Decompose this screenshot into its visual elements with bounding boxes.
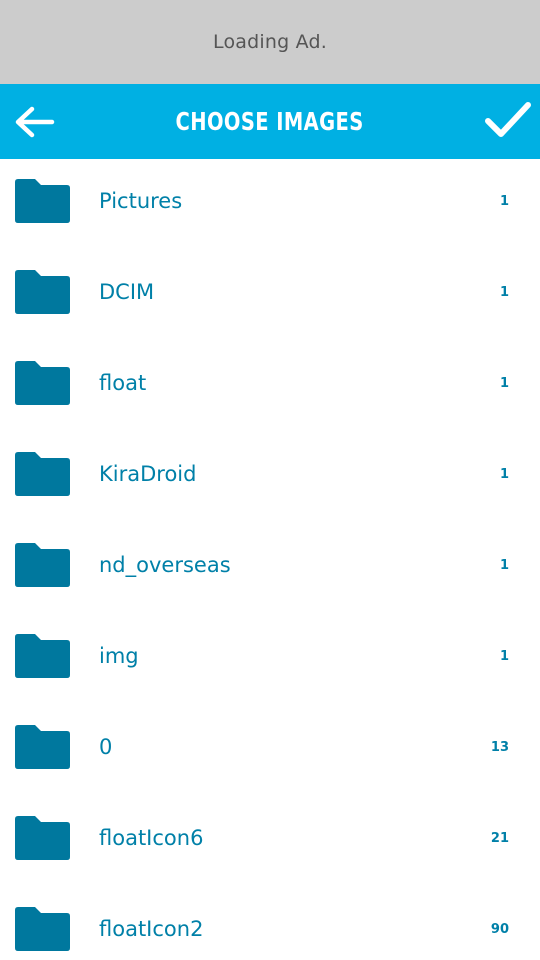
folder-icon	[15, 907, 70, 951]
folder-row[interactable]: Pictures 1	[0, 159, 540, 250]
folder-name: img	[99, 644, 139, 668]
folder-row[interactable]: img 1	[0, 614, 540, 705]
folder-icon	[15, 634, 70, 678]
folder-row[interactable]: KiraDroid 1	[0, 432, 540, 523]
folder-count: 21	[490, 830, 509, 846]
arrow-left-icon	[15, 106, 55, 138]
folder-name: floatIcon6	[99, 826, 204, 850]
folder-icon	[15, 179, 70, 223]
folder-count: 1	[499, 466, 509, 482]
folder-count: 13	[490, 739, 509, 755]
confirm-button[interactable]	[482, 94, 534, 146]
ad-banner[interactable]: Loading Ad.	[0, 0, 540, 84]
folder-name: 0	[99, 735, 113, 759]
folder-icon	[15, 816, 70, 860]
ad-loading-text: Loading Ad.	[213, 31, 327, 53]
folder-name: KiraDroid	[99, 462, 197, 486]
folder-row[interactable]: floatIcon6 21	[0, 796, 540, 887]
folder-icon	[15, 725, 70, 769]
folder-row[interactable]: float 1	[0, 341, 540, 432]
checkmark-icon	[485, 102, 531, 137]
folder-row[interactable]: DCIM 1	[0, 250, 540, 341]
folder-icon	[15, 270, 70, 314]
folder-name: DCIM	[99, 280, 155, 304]
folder-icon	[15, 452, 70, 496]
folder-icon	[15, 543, 70, 587]
folder-count: 1	[499, 648, 509, 664]
folder-name: Pictures	[99, 189, 183, 213]
folder-count: 1	[499, 284, 509, 300]
folder-count: 90	[490, 921, 509, 937]
back-button[interactable]	[8, 96, 60, 148]
page-title-wrap: CHOOSE IMAGES	[0, 84, 540, 159]
folder-icon	[15, 361, 70, 405]
folder-row[interactable]: floatIcon2 90	[0, 887, 540, 960]
folder-name: nd_overseas	[99, 553, 231, 577]
folder-row[interactable]: 0 13	[0, 705, 540, 796]
page-title: CHOOSE IMAGES	[175, 107, 365, 136]
folder-name: floatIcon2	[99, 917, 204, 941]
folder-row[interactable]: nd_overseas 1	[0, 523, 540, 614]
folder-count: 1	[499, 375, 509, 391]
folder-count: 1	[499, 193, 509, 209]
toolbar: CHOOSE IMAGES	[0, 84, 540, 159]
folder-count: 1	[499, 557, 509, 573]
folder-name: float	[99, 371, 147, 395]
folder-list[interactable]: Pictures 1 DCIM 1 float 1 KiraDroid 1 nd_oversea…	[0, 159, 540, 960]
